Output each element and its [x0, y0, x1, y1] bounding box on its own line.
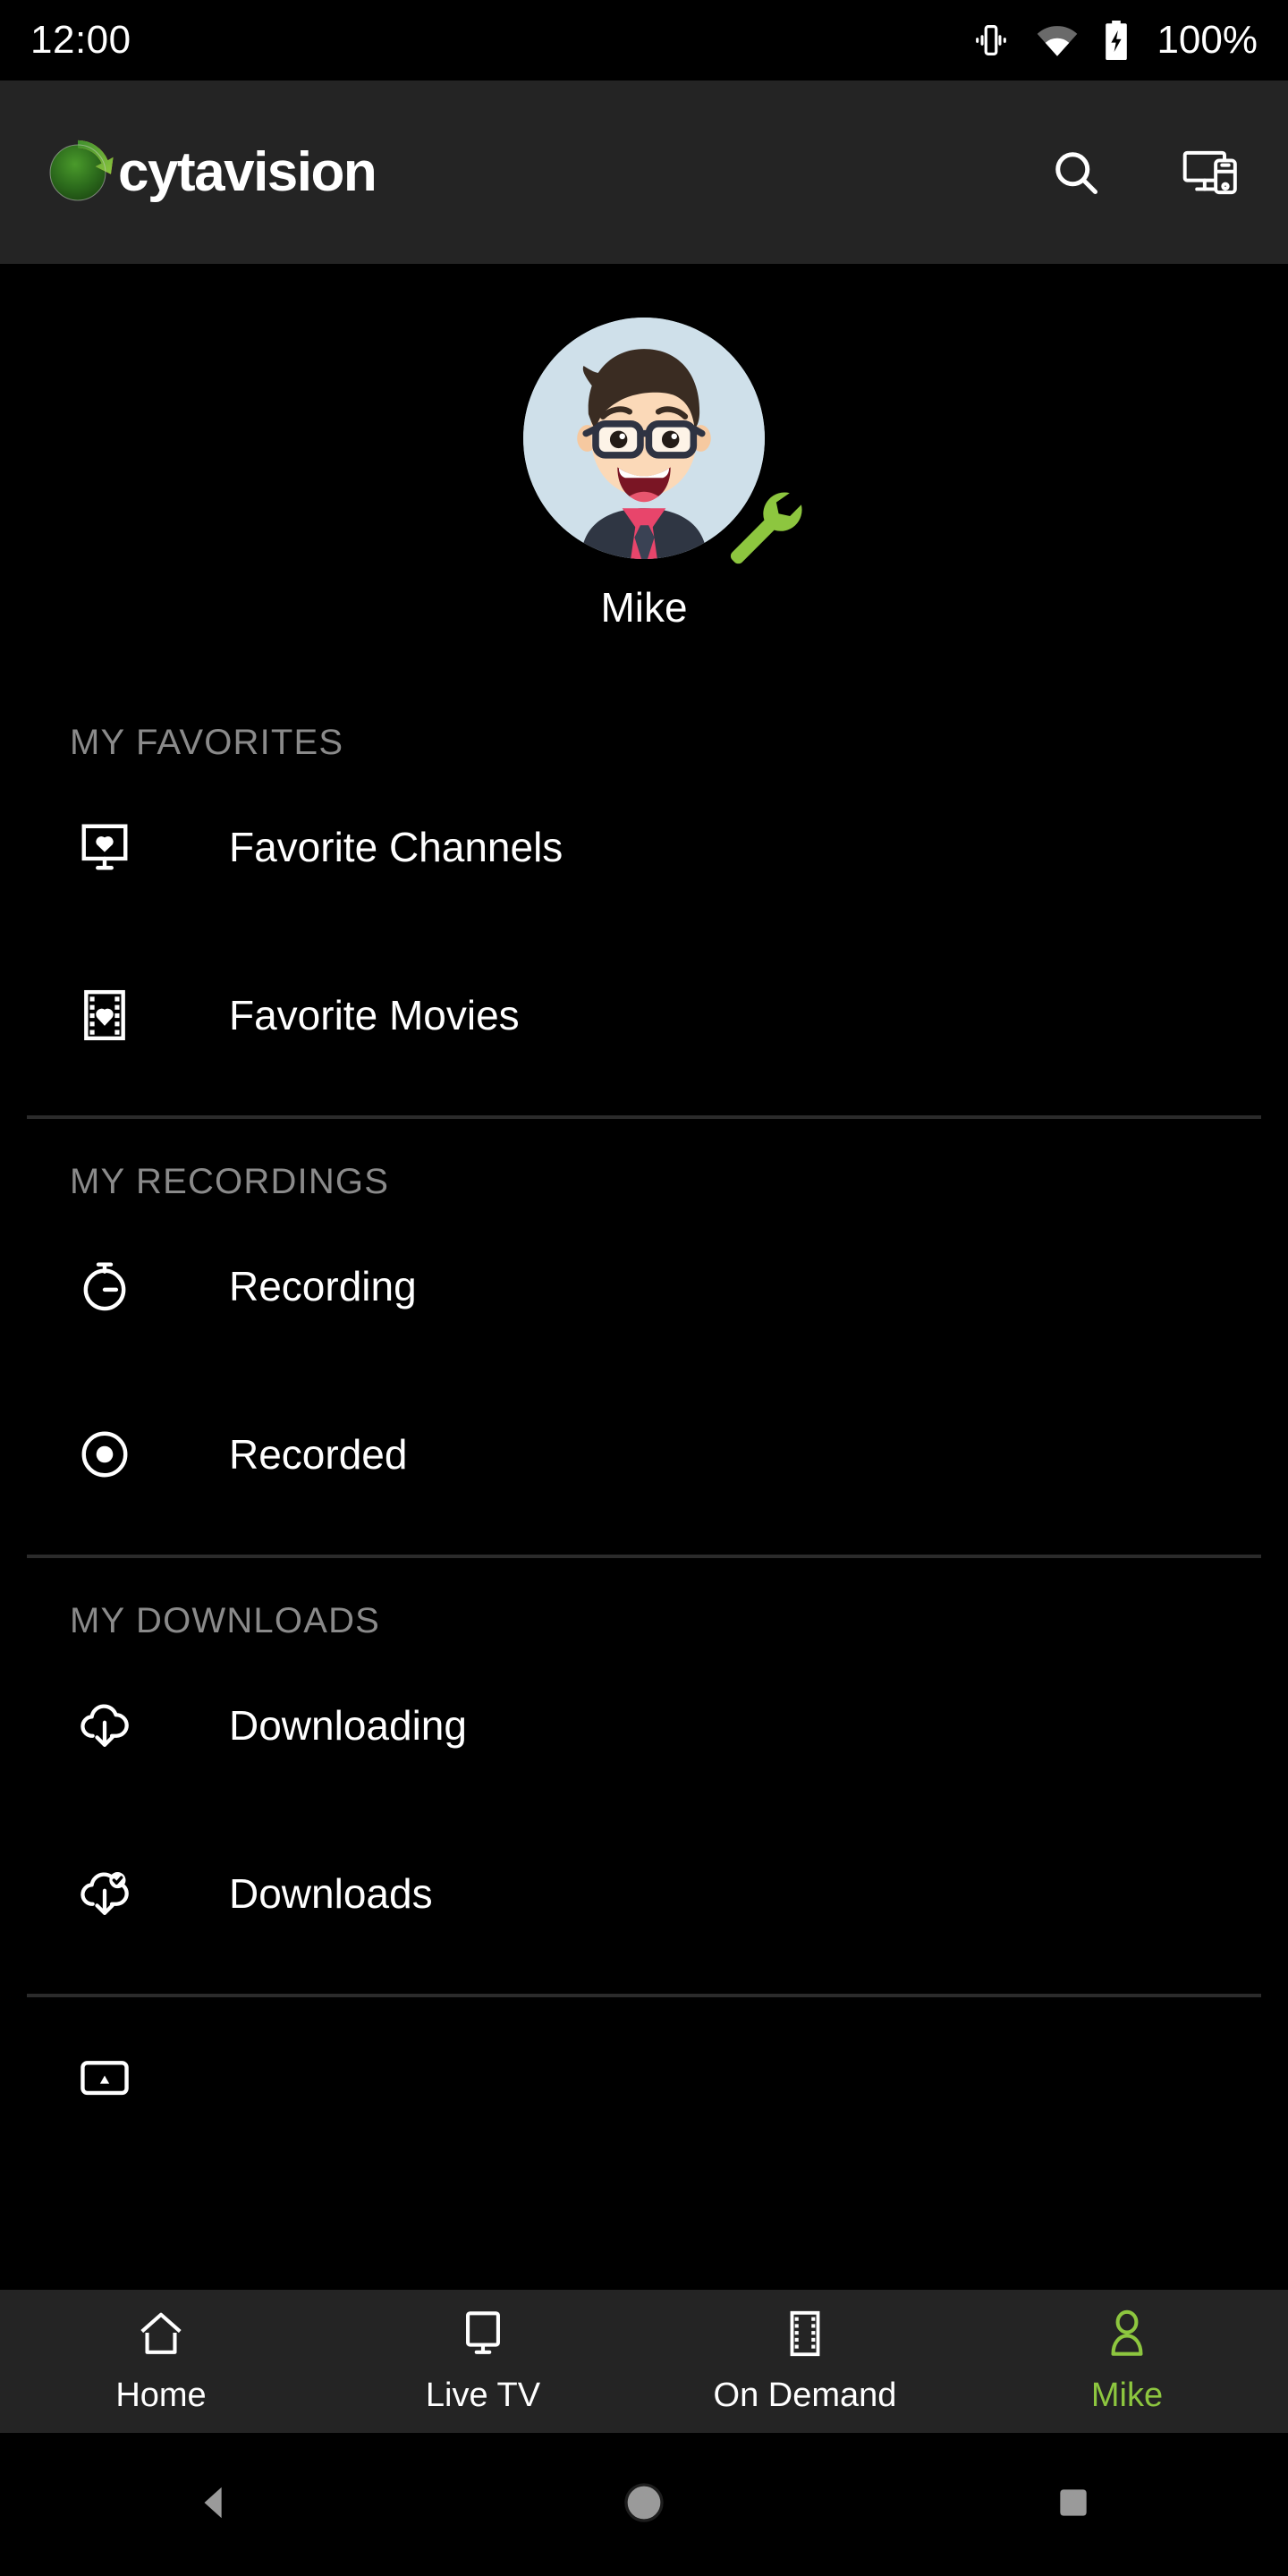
menu-item-favorite-movies[interactable]: Favorite Movies [0, 931, 1288, 1099]
menu-item-label: Favorite Movies [229, 992, 520, 1038]
profile-header: Mike [0, 264, 1288, 631]
person-icon [1101, 2308, 1153, 2364]
section-title-recordings: MY RECORDINGS [70, 1162, 390, 1201]
nav-item-label: Live TV [425, 2377, 541, 2414]
app-bar-actions [1038, 134, 1249, 211]
cloud-download-check-icon [70, 1865, 140, 1922]
cloud-download-icon [70, 1697, 140, 1754]
circle-home-icon [622, 2480, 666, 2529]
nav-item-live-tv[interactable]: Live TV [322, 2290, 644, 2433]
nav-item-home[interactable]: Home [0, 2290, 322, 2433]
wifi-icon [1035, 20, 1080, 61]
battery-charging-icon [1103, 19, 1130, 62]
menu-item-partial-cutoff[interactable] [0, 1997, 1288, 2165]
film-strip-icon [779, 2308, 831, 2364]
cast-devices-icon[interactable] [1172, 134, 1249, 211]
vibrate-icon [970, 20, 1012, 61]
section-title-favorites: MY FAVORITES [70, 723, 344, 762]
menu-list: MY FAVORITES Favorite Channels Favorite … [0, 680, 1288, 2165]
menu-item-downloading[interactable]: Downloading [0, 1641, 1288, 1809]
nav-item-on-demand[interactable]: On Demand [644, 2290, 966, 2433]
back-button[interactable] [0, 2482, 429, 2528]
menu-item-label: Favorite Channels [229, 824, 564, 870]
menu-item-downloads[interactable]: Downloads [0, 1809, 1288, 1978]
search-icon[interactable] [1038, 134, 1114, 211]
status-bar: 12:00 100% [0, 0, 1288, 80]
menu-item-favorite-channels[interactable]: Favorite Channels [0, 763, 1288, 931]
home-icon [135, 2308, 187, 2364]
monitor-icon [457, 2308, 509, 2364]
app-bar: cytavision [0, 80, 1288, 264]
tv-heart-icon [70, 819, 140, 875]
profile-name: Mike [600, 584, 688, 631]
menu-item-label: Recorded [229, 1431, 408, 1478]
status-time: 12:00 [30, 18, 131, 62]
nav-item-label: Home [115, 2377, 207, 2414]
timer-icon [70, 1258, 140, 1314]
brand-name: cytavision [118, 141, 377, 203]
menu-item-label: Recording [229, 1263, 417, 1309]
nav-item-mike[interactable]: Mike [966, 2290, 1288, 2433]
nav-item-label: Mike [1090, 2377, 1164, 2414]
brand[interactable]: cytavision [39, 134, 377, 211]
menu-item-recording[interactable]: Recording [0, 1202, 1288, 1370]
menu-item-label: Downloads [229, 1870, 433, 1917]
recents-button[interactable] [859, 2483, 1288, 2527]
cytavision-logo [39, 134, 116, 211]
wrench-settings-icon[interactable] [720, 482, 802, 564]
nav-item-label: On Demand [713, 2377, 897, 2414]
bottom-navigation: Home Live TV On Demand Mike [0, 2290, 1288, 2433]
square-recents-icon [1054, 2483, 1093, 2527]
device-icon [70, 2054, 140, 2109]
triangle-back-icon [194, 2482, 235, 2528]
record-dot-icon [70, 1427, 140, 1482]
section-title-downloads: MY DOWNLOADS [70, 1601, 381, 1640]
menu-item-recorded[interactable]: Recorded [0, 1370, 1288, 1538]
status-icons: 100% [970, 18, 1258, 63]
home-button[interactable] [429, 2480, 859, 2529]
menu-item-label: Downloading [229, 1702, 467, 1749]
avatar-wrap[interactable] [523, 318, 802, 564]
app-screen: 12:00 100% cytavision Mike MY FAVORITES … [0, 0, 1288, 2576]
battery-percent: 100% [1157, 18, 1258, 62]
film-heart-icon [70, 987, 140, 1043]
android-navigation-bar [0, 2433, 1288, 2576]
